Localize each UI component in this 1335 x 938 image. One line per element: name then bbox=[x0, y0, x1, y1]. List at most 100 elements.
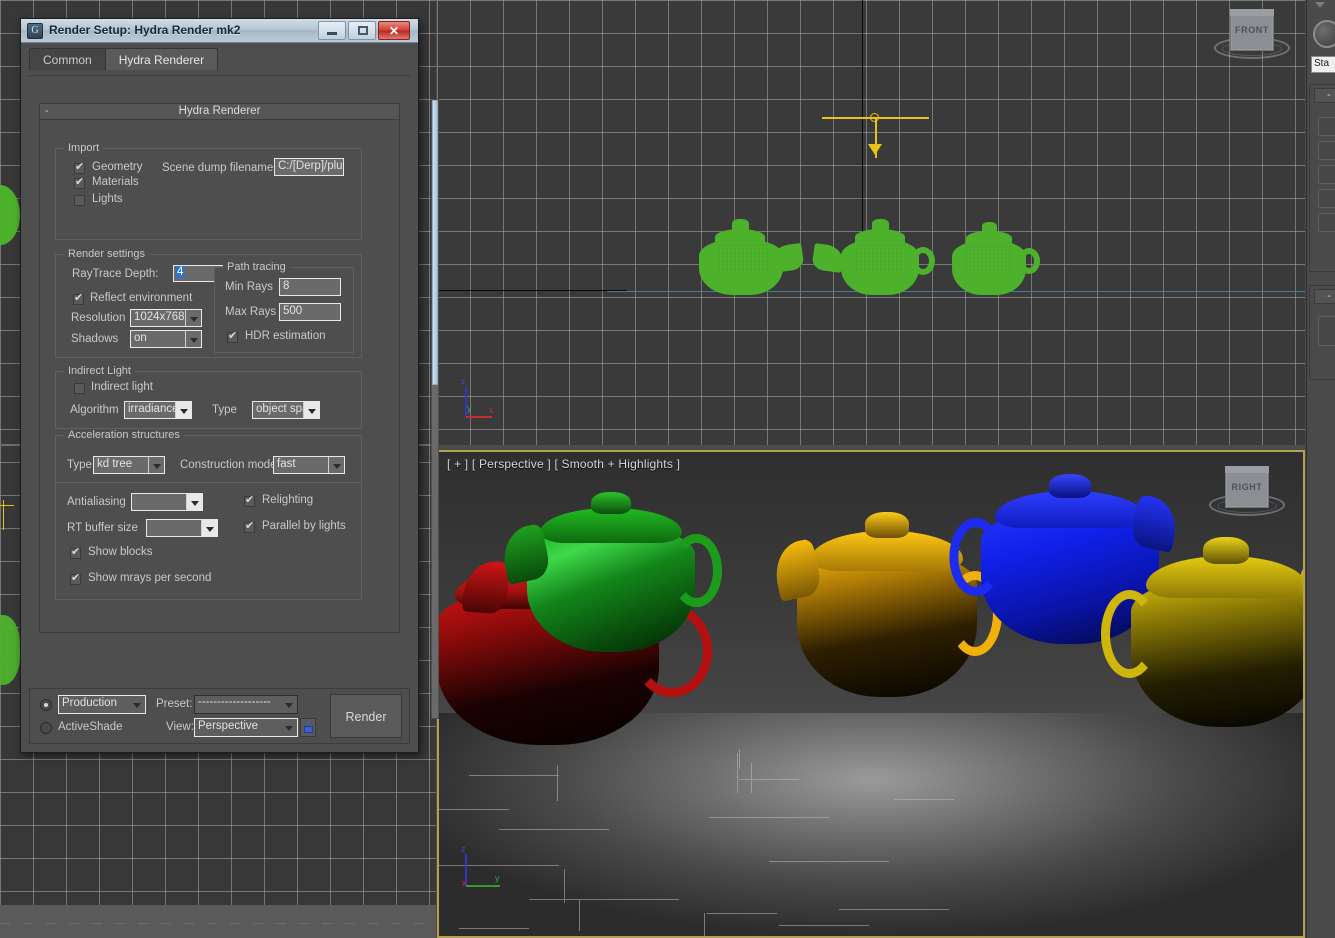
checkbox-hdr-estimation[interactable] bbox=[227, 332, 238, 343]
chevron-down-icon[interactable] bbox=[185, 331, 201, 347]
algorithm-dropdown[interactable]: irradiance bbox=[124, 401, 192, 419]
label-accel-type: Type bbox=[67, 459, 92, 471]
timeline-ticks bbox=[0, 923, 436, 924]
viewport-perspective[interactable]: [ + ] [ Perspective ] [ Smooth + Highlig… bbox=[437, 450, 1305, 938]
lock-view-button[interactable] bbox=[300, 718, 316, 737]
tab-common[interactable]: Common bbox=[29, 48, 106, 70]
render-setup-dialog[interactable]: G Render Setup: Hydra Render mk2 ✕ Commo… bbox=[20, 18, 419, 753]
indirect-type-dropdown[interactable]: object spa bbox=[252, 401, 320, 419]
rollout-collapse-icon[interactable]: - bbox=[1314, 88, 1335, 103]
status-field[interactable]: Sta bbox=[1311, 56, 1335, 73]
left-gizmo-line-v bbox=[3, 500, 4, 530]
group-render-settings: Render settings RayTrace Depth: 4 Reflec… bbox=[55, 254, 362, 358]
checkbox-lights[interactable] bbox=[74, 195, 85, 206]
tab-bar[interactable]: CommonHydra Renderer bbox=[29, 48, 217, 70]
mode-value: Production bbox=[62, 697, 117, 709]
chevron-down-icon[interactable] bbox=[1315, 2, 1325, 8]
chevron-down-icon[interactable] bbox=[281, 719, 297, 736]
chevron-down-icon[interactable] bbox=[175, 402, 191, 418]
axis-label-z: z bbox=[461, 376, 466, 386]
label-max-rays: Max Rays bbox=[225, 306, 276, 318]
chevron-down-icon[interactable] bbox=[201, 520, 217, 536]
command-field[interactable] bbox=[1318, 117, 1335, 136]
teapot-front-2[interactable] bbox=[819, 217, 931, 295]
viewcube-label: FRONT bbox=[1231, 25, 1273, 35]
radio-activeshade[interactable] bbox=[40, 722, 52, 734]
rollout-hydra-renderer[interactable]: - Hydra Renderer Import Geometry Materia… bbox=[39, 103, 400, 633]
chevron-down-icon[interactable] bbox=[281, 696, 297, 713]
scrollbar-thumb[interactable] bbox=[432, 100, 438, 385]
rt-buffer-size-dropdown[interactable] bbox=[146, 519, 218, 537]
render-frame-icon[interactable] bbox=[1313, 20, 1335, 48]
chevron-down-icon[interactable] bbox=[185, 310, 201, 326]
command-panel-toolbar[interactable] bbox=[1307, 0, 1335, 16]
chevron-down-icon[interactable] bbox=[148, 457, 164, 473]
checkbox-indirect-light[interactable] bbox=[74, 383, 85, 394]
viewport-front[interactable]: z x y FRONT bbox=[437, 0, 1305, 445]
radio-production[interactable] bbox=[40, 699, 52, 711]
tab-hydra-renderer[interactable]: Hydra Renderer bbox=[105, 48, 218, 70]
raytrace-depth-value: 4 bbox=[176, 266, 184, 278]
rollout-collapse-icon[interactable]: - bbox=[1314, 289, 1335, 304]
mode-dropdown[interactable]: Production bbox=[58, 695, 146, 714]
checkbox-materials[interactable] bbox=[74, 178, 85, 189]
shadows-dropdown[interactable]: on bbox=[130, 330, 202, 348]
chevron-down-icon[interactable] bbox=[129, 696, 145, 713]
checkbox-relighting[interactable] bbox=[244, 496, 255, 507]
label-geometry: Geometry bbox=[92, 161, 143, 173]
rollout-collapse-icon[interactable]: - bbox=[45, 104, 49, 119]
panel-scrollbar[interactable] bbox=[431, 99, 439, 719]
teapot-yellow bbox=[797, 512, 977, 697]
dialog-title: Render Setup: Hydra Render mk2 bbox=[49, 23, 240, 37]
view-value: Perspective bbox=[198, 720, 258, 732]
label-min-rays: Min Rays bbox=[225, 281, 273, 293]
dialog-body: CommonHydra Renderer - Hydra Renderer Im… bbox=[21, 43, 418, 752]
command-panel[interactable]: Sta - - bbox=[1306, 0, 1335, 938]
algorithm-value: irradiance bbox=[128, 403, 179, 415]
chevron-down-icon[interactable] bbox=[328, 457, 344, 473]
label-raytrace-depth: RayTrace Depth: bbox=[72, 268, 159, 280]
max-rays-input[interactable]: 500 bbox=[279, 303, 341, 321]
maximize-button[interactable] bbox=[348, 21, 376, 40]
label-resolution: Resolution bbox=[71, 312, 125, 324]
checkbox-reflect-environment[interactable] bbox=[73, 294, 84, 305]
view-dropdown[interactable]: Perspective bbox=[194, 718, 298, 737]
dialog-titlebar[interactable]: G Render Setup: Hydra Render mk2 ✕ bbox=[21, 19, 418, 43]
viewcube-front[interactable]: FRONT bbox=[1212, 5, 1292, 67]
label-parallel-by-lights: Parallel by lights bbox=[262, 520, 346, 532]
chevron-down-icon[interactable] bbox=[186, 494, 202, 510]
light-gizmo[interactable] bbox=[822, 108, 932, 158]
screen-root: z x y FRONT bbox=[0, 0, 1335, 938]
command-field[interactable] bbox=[1318, 316, 1335, 346]
teapot-front-3[interactable] bbox=[942, 220, 1042, 295]
checkbox-show-blocks[interactable] bbox=[70, 548, 81, 559]
accel-type-dropdown[interactable]: kd tree bbox=[93, 456, 165, 474]
label-activeshade: ActiveShade bbox=[58, 721, 123, 733]
antialiasing-dropdown[interactable] bbox=[131, 493, 203, 511]
render-button[interactable]: Render bbox=[330, 694, 402, 738]
preset-dropdown[interactable]: ------------------- bbox=[194, 695, 298, 714]
command-field[interactable] bbox=[1318, 213, 1335, 232]
close-button[interactable]: ✕ bbox=[378, 21, 410, 40]
teapot-front-1[interactable] bbox=[695, 217, 803, 295]
label-preset: Preset: bbox=[156, 698, 192, 710]
rollout-header[interactable]: - Hydra Renderer bbox=[40, 104, 399, 120]
resolution-dropdown[interactable]: 1024x768 bbox=[130, 309, 202, 327]
minimize-button[interactable] bbox=[318, 21, 346, 40]
construction-mode-dropdown[interactable]: fast bbox=[273, 456, 345, 474]
chevron-down-icon[interactable] bbox=[303, 402, 319, 418]
viewcube-perspective[interactable]: RIGHT bbox=[1207, 462, 1287, 524]
command-rollout-1[interactable]: - bbox=[1309, 84, 1335, 272]
command-field[interactable] bbox=[1318, 141, 1335, 160]
render-setup-icon: G bbox=[27, 23, 43, 39]
checkbox-show-mrays[interactable] bbox=[70, 574, 81, 585]
command-field[interactable] bbox=[1318, 165, 1335, 184]
command-field[interactable] bbox=[1318, 189, 1335, 208]
min-rays-input[interactable]: 8 bbox=[279, 278, 341, 296]
scene-dump-filename-input[interactable]: C:/[Derp]/plu bbox=[274, 158, 344, 176]
command-rollout-2[interactable]: - bbox=[1309, 285, 1335, 380]
checkbox-geometry[interactable] bbox=[74, 163, 85, 174]
checkbox-parallel-by-lights[interactable] bbox=[244, 522, 255, 533]
label-shadows: Shadows bbox=[71, 333, 118, 345]
group-label-indirect-light: Indirect Light bbox=[64, 365, 135, 377]
